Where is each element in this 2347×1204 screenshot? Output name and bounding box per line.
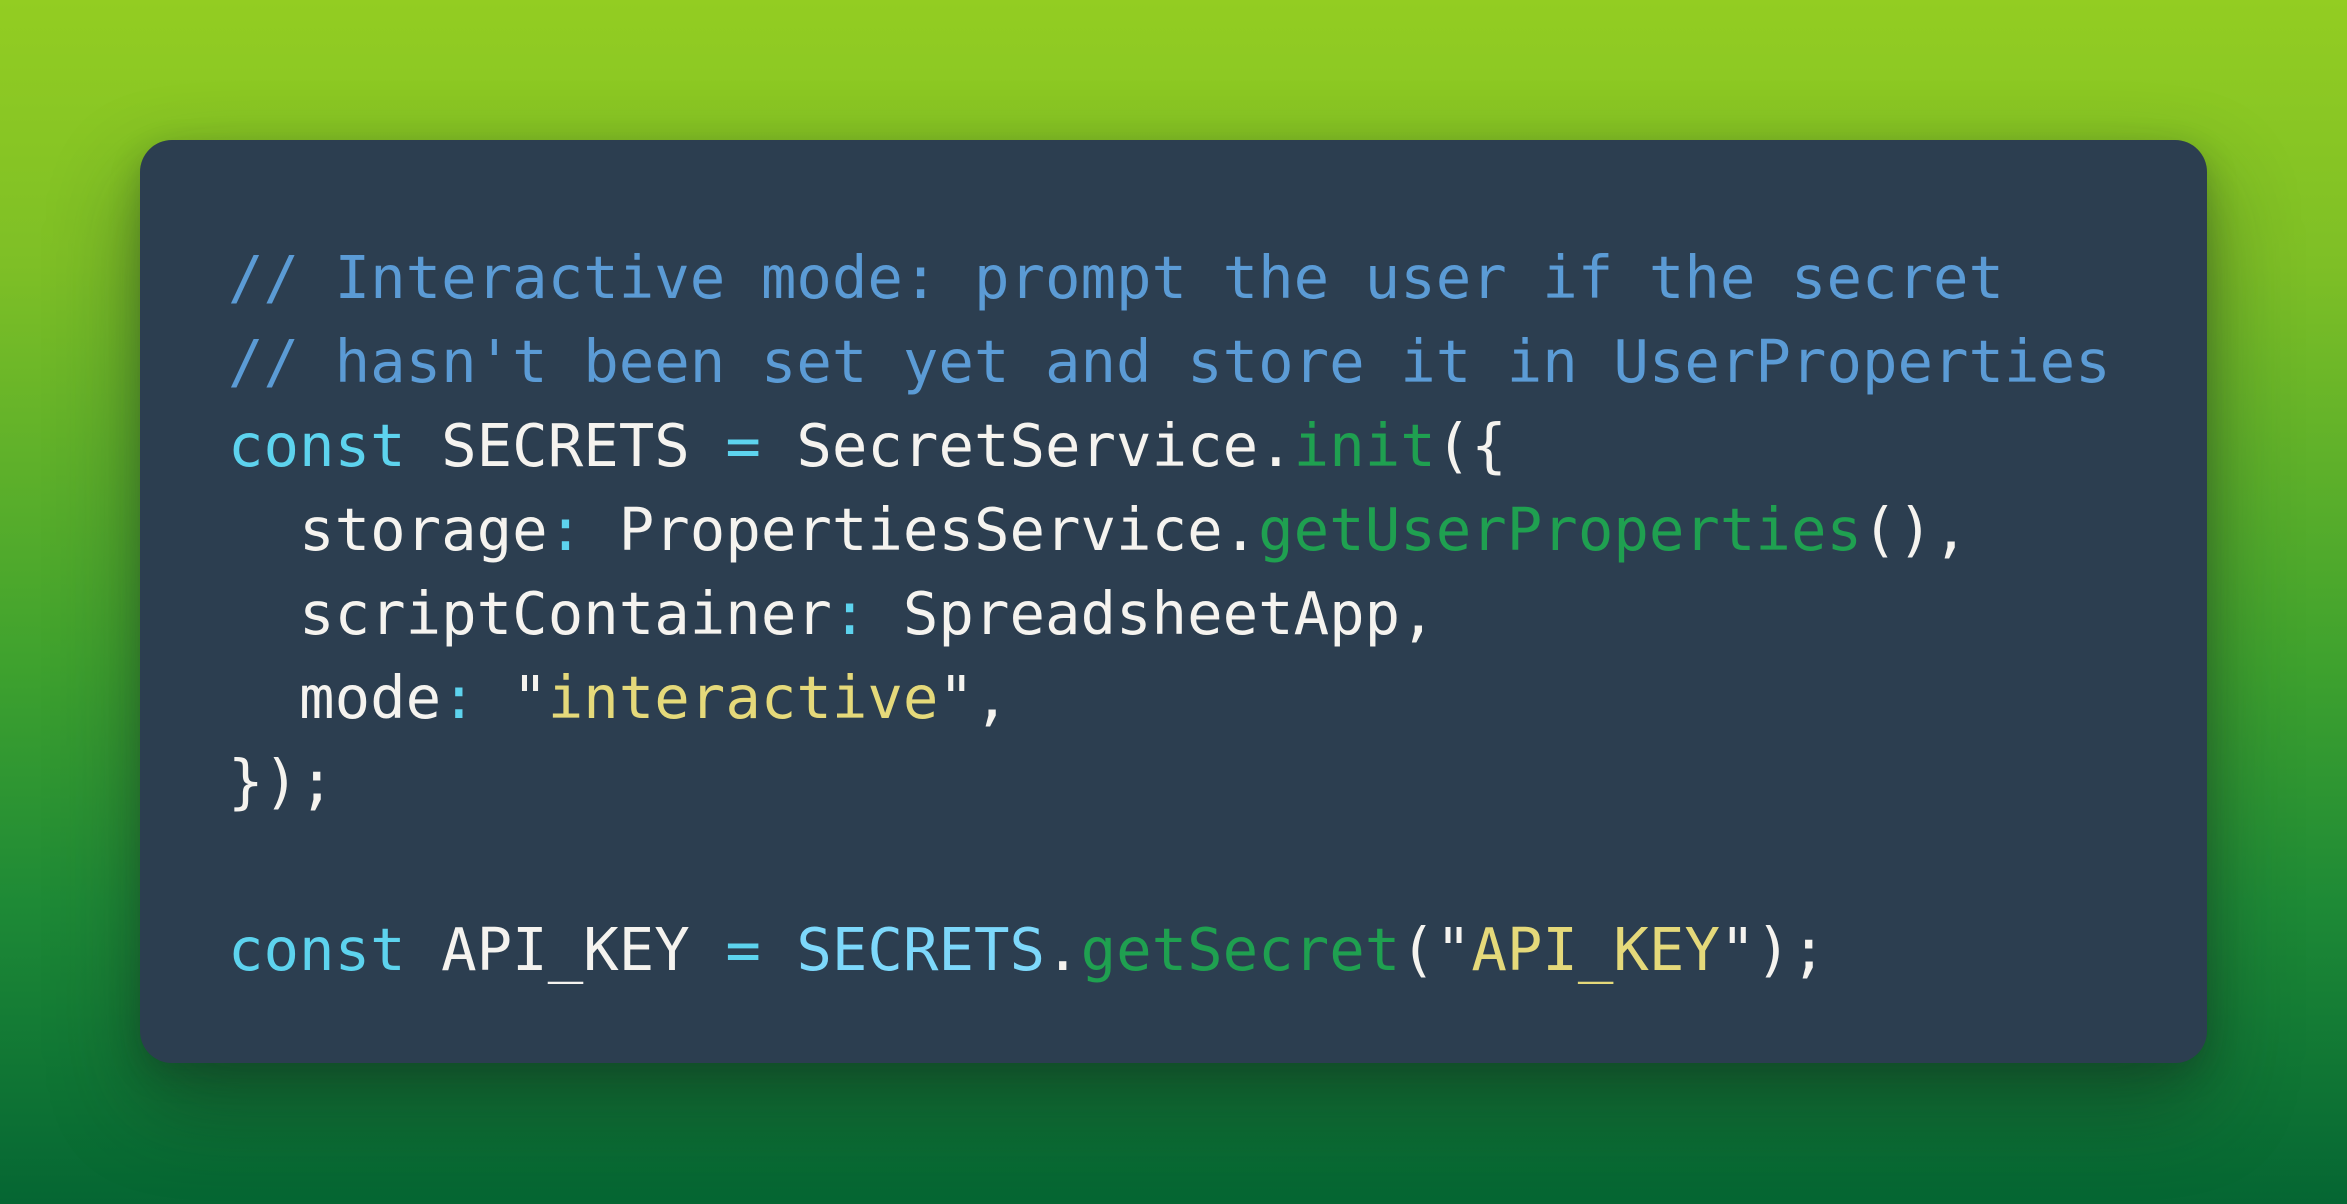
code-token-ref: SECRETS (796, 915, 1046, 984)
code-token-plain: API_KEY (405, 915, 726, 984)
code-token-comment: // Interactive mode: prompt the user if … (228, 243, 2005, 312)
code-token-op: : (831, 579, 868, 648)
code-line: const SECRETS = SecretService.init({ (228, 404, 2207, 488)
code-token-op: = (725, 411, 761, 480)
code-line: // hasn't been set yet and store it in U… (228, 320, 2207, 404)
code-token-plain: ", (938, 663, 1010, 732)
code-token-plain: SECRETS (405, 411, 726, 480)
code-token-plain: "); (1719, 915, 1827, 984)
code-token-plain: mode (228, 663, 442, 732)
code-token-op: : (547, 495, 584, 564)
code-token-op: = (725, 915, 761, 984)
code-token-plain: (" (1400, 915, 1472, 984)
code-block: // Interactive mode: prompt the user if … (228, 236, 2207, 992)
code-token-op: : (441, 663, 477, 732)
code-line: // Interactive mode: prompt the user if … (228, 236, 2207, 320)
code-token-plain: storage (228, 495, 548, 564)
code-token-keyword: const (228, 411, 406, 480)
code-token-string: API_KEY (1471, 915, 1720, 984)
code-line: scriptContainer: SpreadsheetApp, (228, 572, 2207, 656)
code-token-comment: // hasn't been set yet and store it in U… (228, 327, 2111, 396)
code-line: }); (228, 740, 2207, 824)
code-token-plain: SecretService. (760, 411, 1294, 480)
code-token-method: init (1293, 411, 1436, 480)
code-line: mode: "interactive", (228, 656, 2207, 740)
code-line: const API_KEY = SECRETS.getSecret("API_K… (228, 908, 2207, 992)
code-token-plain: " (476, 663, 548, 732)
code-token-plain: }); (228, 747, 335, 816)
code-token-string: interactive (547, 663, 939, 732)
code-snippet-card: // Interactive mode: prompt the user if … (140, 140, 2207, 1063)
code-token-plain: . (1045, 915, 1081, 984)
code-token-method: getUserProperties (1258, 495, 1862, 564)
code-token-plain: scriptContainer (228, 579, 832, 648)
code-token-method: getSecret (1080, 915, 1401, 984)
code-token-plain: ({ (1435, 411, 1507, 480)
code-token-plain: (), (1862, 495, 1969, 564)
code-token-plain: SpreadsheetApp, (867, 579, 1436, 648)
code-token-plain: PropertiesService. (583, 495, 1259, 564)
code-line: storage: PropertiesService.getUserProper… (228, 488, 2207, 572)
code-token-keyword: const (228, 915, 406, 984)
